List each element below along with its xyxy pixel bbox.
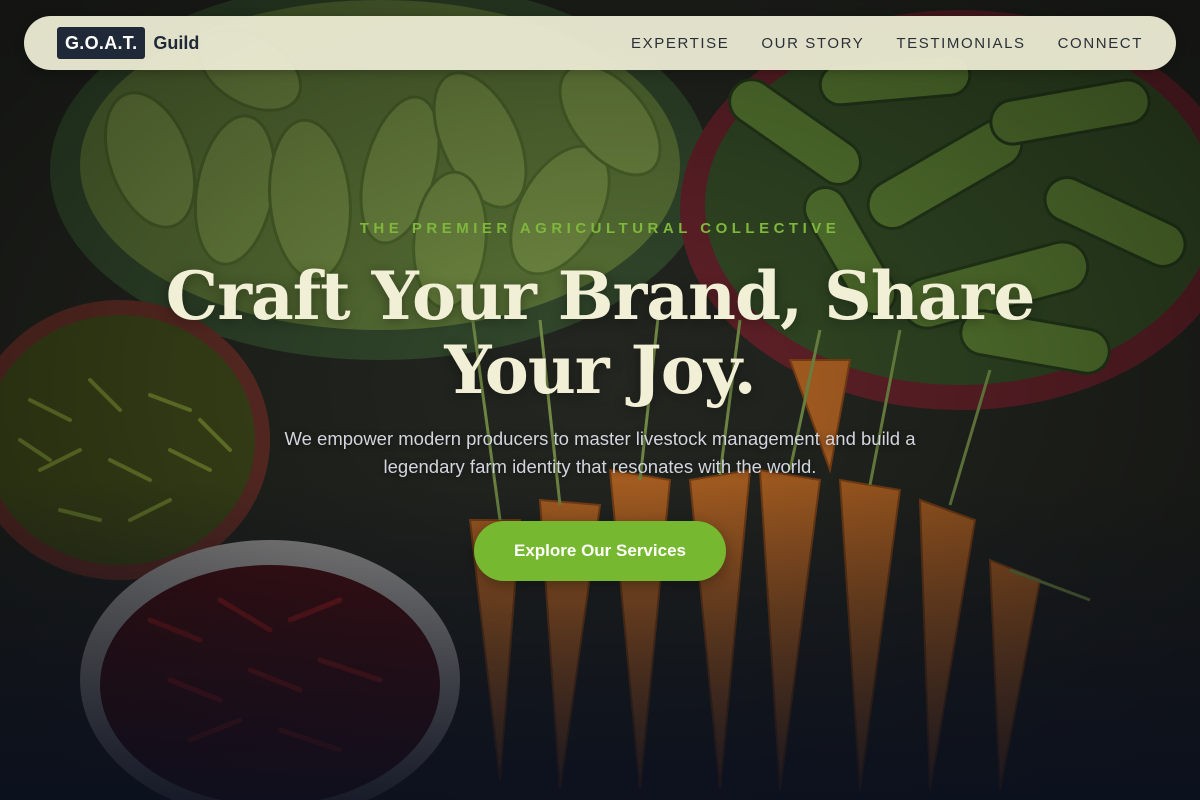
logo-box-text: G.O.A.T. [57,27,146,59]
nav-link-testimonials[interactable]: TESTIMONIALS [896,35,1025,52]
logo-wordmark: Guild [153,32,200,53]
top-navbar: G.O.A.T. Guild EXPERTISE OUR STORY TESTI… [24,16,1176,70]
hero-section: THE PREMIER AGRICULTURAL COLLECTIVE Craf… [0,220,1200,581]
hero-subtitle: We empower modern producers to master li… [284,428,916,477]
hero-headline: Craft Your Brand, Share Your Joy. [165,257,1036,409]
nav-link-our-story[interactable]: OUR STORY [761,35,864,52]
nav-link-connect[interactable]: CONNECT [1058,35,1143,52]
hero-eyebrow: THE PREMIER AGRICULTURAL COLLECTIVE [359,220,841,237]
brand-logo[interactable]: G.O.A.T. Guild [57,27,199,59]
explore-services-button[interactable]: Explore Our Services [474,521,726,581]
nav-link-expertise[interactable]: EXPERTISE [631,35,729,52]
primary-nav: EXPERTISE OUR STORY TESTIMONIALS CONNECT [631,35,1143,52]
